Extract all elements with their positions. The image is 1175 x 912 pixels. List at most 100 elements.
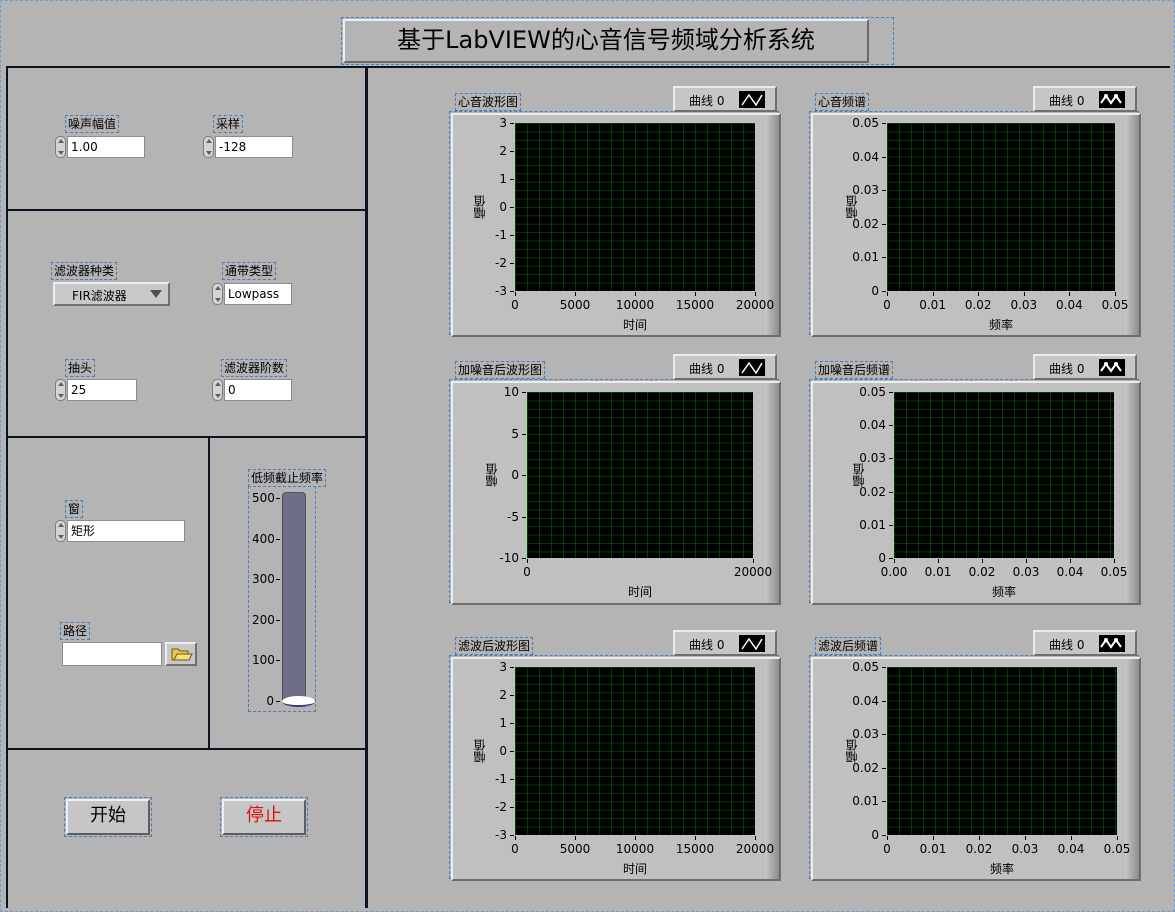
plot-legend[interactable]: 曲线 0: [1033, 630, 1137, 656]
spinner-icon[interactable]: [203, 136, 214, 158]
spinner-icon[interactable]: [55, 520, 66, 542]
x-tick-label: 10000: [615, 298, 655, 312]
passband-type-control[interactable]: Lowpass: [212, 281, 294, 307]
line-style-icon[interactable]: [739, 91, 765, 108]
sampling-label: 采样: [213, 115, 244, 133]
x-tick-mark: [1115, 292, 1116, 296]
y-tick-label: 1: [499, 172, 507, 186]
y-tick-mark: [889, 491, 893, 493]
y-tick-mark: [522, 558, 526, 559]
sampling-input[interactable]: -128: [215, 136, 293, 158]
y-tick-label: 10: [503, 385, 519, 399]
y-tick-mark: [510, 835, 514, 836]
x-tick-label: 0.01: [924, 565, 952, 579]
plot-area[interactable]: [515, 667, 755, 835]
folder-open-icon: [171, 648, 193, 661]
plot-legend[interactable]: 曲线 0: [673, 630, 777, 656]
x-tick-label: 0.04: [1057, 842, 1085, 856]
passband-type-input[interactable]: Lowpass: [224, 283, 292, 305]
graph-title: 心音频谱: [815, 93, 870, 111]
plot-area[interactable]: [887, 667, 1117, 835]
x-tick-mark: [1070, 559, 1071, 563]
filter-type-dropdown[interactable]: FIR滤波器: [53, 282, 170, 306]
y-tick-mark: [522, 392, 526, 393]
taps-label: 抽头: [65, 359, 96, 377]
y-tick-mark: [510, 723, 514, 724]
line-style-icon[interactable]: [739, 359, 765, 376]
slider-tick-mark: [276, 579, 280, 581]
x-tick-mark: [515, 836, 516, 840]
y-tick-mark: [882, 257, 886, 259]
y-axis-label: 幅值: [473, 195, 487, 219]
line-style-icon[interactable]: [1099, 359, 1125, 376]
y-tick-mark: [882, 801, 886, 803]
spinner-icon[interactable]: [212, 379, 223, 401]
y-tick-label: -1: [495, 772, 507, 786]
plot-legend[interactable]: 曲线 0: [673, 354, 777, 380]
plot-area[interactable]: [887, 123, 1115, 291]
y-axis-label: 幅值: [852, 463, 866, 487]
y-tick-label: 1: [499, 716, 507, 730]
line-style-icon[interactable]: [739, 635, 765, 652]
y-tick-label: -3: [495, 284, 507, 298]
x-tick-label: 0: [523, 565, 531, 579]
window-control[interactable]: 矩形: [55, 518, 187, 544]
lowpass-cutoff-thumb[interactable]: [282, 696, 315, 707]
x-tick-mark: [1023, 292, 1025, 296]
plot-area[interactable]: [894, 392, 1114, 558]
divider: [6, 436, 366, 438]
y-tick-mark: [510, 235, 514, 236]
legend-label: 曲线 0: [689, 94, 725, 108]
y-tick-mark: [882, 835, 886, 836]
slider-tick-label: 500: [252, 491, 275, 505]
spinner-icon[interactable]: [55, 136, 66, 158]
filter-order-control[interactable]: 0: [212, 377, 294, 403]
start-button[interactable]: 开始: [66, 799, 150, 835]
graph-title: 心音波形图: [455, 93, 522, 111]
path-input[interactable]: [62, 642, 162, 666]
slider-tick-mark: [276, 538, 280, 540]
x-tick-mark: [755, 836, 756, 840]
browse-button[interactable]: [165, 642, 197, 666]
x-tick-mark: [753, 559, 754, 563]
x-tick-label: 0.05: [1100, 565, 1128, 579]
x-tick-label: 0.04: [1056, 565, 1084, 579]
x-tick-label: 0.00: [880, 565, 908, 579]
taps-control[interactable]: 25: [55, 377, 139, 403]
noise-amplitude-control[interactable]: 1.00: [55, 134, 147, 160]
sampling-control[interactable]: -128: [203, 134, 295, 160]
spinner-icon[interactable]: [55, 379, 66, 401]
x-tick-mark: [933, 836, 934, 840]
y-tick-label: 2: [499, 688, 507, 702]
plot-legend[interactable]: 曲线 0: [1033, 86, 1137, 112]
divider: [6, 66, 1170, 68]
window-input[interactable]: 矩形: [67, 520, 185, 542]
noise-amplitude-input[interactable]: 1.00: [67, 136, 145, 158]
y-tick-mark: [510, 695, 514, 696]
x-axis-label: 频率: [988, 318, 1013, 332]
lowpass-cutoff-track[interactable]: [282, 492, 306, 704]
y-tick-mark: [882, 190, 886, 192]
taps-input[interactable]: 25: [67, 379, 137, 401]
filter-type-value: FIR滤波器: [72, 289, 127, 303]
y-tick-mark: [522, 475, 526, 476]
plot-legend[interactable]: 曲线 0: [1033, 354, 1137, 380]
line-style-icon[interactable]: [1099, 91, 1125, 108]
slider-tick-mark: [276, 701, 280, 702]
x-tick-mark: [635, 292, 636, 296]
x-tick-label: 0: [883, 842, 891, 856]
slider-tick-label: 200: [252, 612, 275, 627]
plot-legend[interactable]: 曲线 0: [673, 86, 777, 112]
legend-label: 曲线 0: [689, 362, 725, 376]
legend-label: 曲线 0: [689, 638, 725, 652]
line-style-icon[interactable]: [1099, 635, 1125, 652]
x-tick-label: 0: [511, 842, 519, 856]
chevron-down-icon: [150, 290, 162, 298]
x-tick-label: 0.03: [1010, 298, 1038, 312]
filter-order-input[interactable]: 0: [224, 379, 292, 401]
spinner-icon[interactable]: [212, 283, 223, 305]
plot-area[interactable]: [515, 123, 755, 291]
stop-button[interactable]: 停止: [222, 799, 306, 835]
noise-amplitude-label: 噪声幅值: [65, 115, 120, 133]
plot-area[interactable]: [527, 392, 753, 558]
